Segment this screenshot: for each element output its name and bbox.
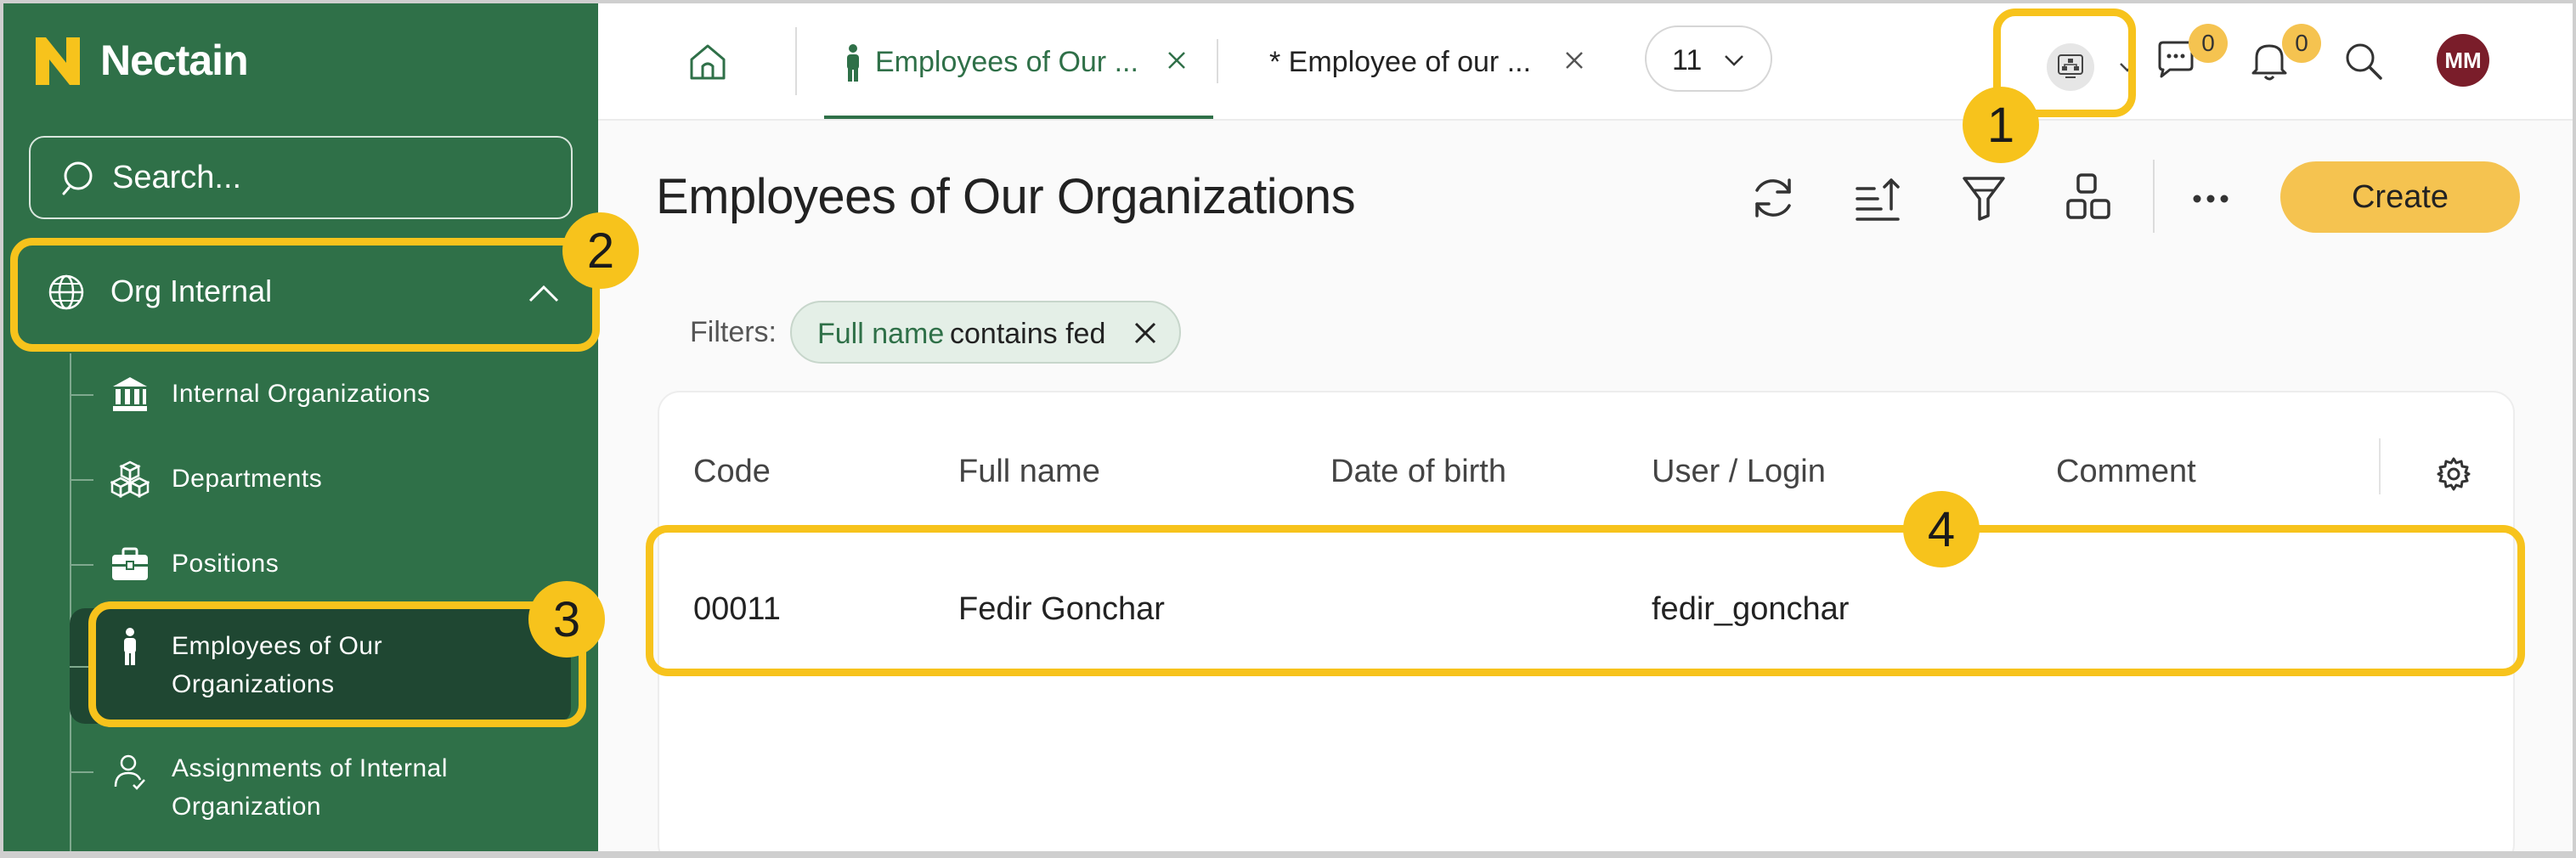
logo[interactable]: Nectain xyxy=(34,34,249,87)
tab-label: * Employee of our ... xyxy=(1269,46,1532,78)
cell-full-name: Fedir Gonchar xyxy=(958,591,1165,627)
sidebar-item-employees[interactable]: Employees of Our Organizations xyxy=(70,608,571,724)
main-content: Employees of Our Organizations Create Fi… xyxy=(598,121,2573,851)
close-icon[interactable] xyxy=(1164,48,1189,73)
person-icon xyxy=(847,44,859,82)
sidebar-group-org-internal[interactable]: Org Internal xyxy=(20,248,581,333)
notification-count-badge: 0 xyxy=(2282,24,2321,63)
tree-branch xyxy=(70,666,93,668)
sidebar-item-label: Assignments of Internal Organization xyxy=(172,754,448,821)
home-icon[interactable] xyxy=(686,41,729,83)
divider xyxy=(2379,438,2381,494)
person-icon xyxy=(124,628,136,665)
chevron-down-icon xyxy=(2120,63,2135,72)
divider xyxy=(795,27,797,95)
cell-login: fedir_gonchar xyxy=(1652,591,1850,627)
sidebar-item-positions[interactable]: Positions xyxy=(70,540,571,588)
divider xyxy=(2153,160,2155,233)
app-window: Nectain Org Internal xyxy=(3,3,2573,851)
open-tabs-count: 11 xyxy=(1672,44,1703,76)
sidebar-item-internal-organizations[interactable]: Internal Organizations xyxy=(70,370,571,418)
column-header-date-of-birth[interactable]: Date of birth xyxy=(1330,454,1506,490)
search-icon[interactable] xyxy=(2343,41,2384,82)
sidebar-item-assignments[interactable]: Assignments of Internal Organization xyxy=(70,749,571,834)
refresh-icon[interactable] xyxy=(1747,172,1799,224)
org-structure-icon xyxy=(2058,54,2083,78)
chevron-up-icon[interactable] xyxy=(527,280,561,306)
filter-field: Full name xyxy=(817,318,945,350)
column-header-comment[interactable]: Comment xyxy=(2056,454,2196,490)
nectain-logo-icon xyxy=(36,37,80,85)
tree-branch xyxy=(70,564,93,566)
search-input[interactable] xyxy=(110,158,539,197)
create-button[interactable]: Create xyxy=(2280,161,2520,233)
tab-employees-of-our-organizations[interactable]: Employees of Our ... xyxy=(824,3,1213,119)
tree-branch xyxy=(70,479,93,481)
close-icon[interactable] xyxy=(1132,319,1159,347)
gear-icon[interactable] xyxy=(2435,455,2472,493)
filter-icon[interactable] xyxy=(1957,172,2010,224)
app-name: Nectain xyxy=(100,37,249,84)
sort-icon[interactable] xyxy=(1852,172,1905,224)
data-table: Code Full name Date of birth User / Logi… xyxy=(658,391,2515,851)
page-title: Employees of Our Organizations xyxy=(656,169,1356,224)
sidebar: Nectain Org Internal xyxy=(3,3,598,851)
close-icon[interactable] xyxy=(1562,48,1587,73)
table-row[interactable]: 00011 Fedir Gonchar fedir_gonchar xyxy=(659,528,2517,664)
tree-branch xyxy=(70,771,93,773)
cubes-icon xyxy=(110,460,150,499)
sidebar-item-label: Employees of Our Organizations xyxy=(172,632,383,698)
user-assign-icon xyxy=(114,754,145,790)
group-by-icon[interactable] xyxy=(2063,172,2116,224)
sidebar-group-label: Org Internal xyxy=(110,274,273,308)
column-header-full-name[interactable]: Full name xyxy=(958,454,1100,490)
tab-employee-of-our-organizations-edit[interactable]: * Employee of our ... xyxy=(1269,3,1609,119)
divider xyxy=(1217,39,1218,83)
chat-count-badge: 0 xyxy=(2189,24,2228,63)
search-icon xyxy=(62,161,93,195)
sidebar-item-label: Departments xyxy=(172,465,323,493)
briefcase-icon xyxy=(112,547,148,580)
filter-chip[interactable]: Full name contains fed xyxy=(790,301,1181,364)
sidebar-item-departments[interactable]: Departments xyxy=(70,455,571,503)
top-bar: Employees of Our ... * Employee of our .… xyxy=(598,3,2573,121)
bank-icon xyxy=(113,377,147,411)
context-avatar xyxy=(2047,43,2094,91)
column-header-code[interactable]: Code xyxy=(693,454,771,490)
user-avatar[interactable]: MM xyxy=(2437,34,2489,87)
filters-label: Filters: xyxy=(690,316,777,348)
globe-icon xyxy=(48,274,84,310)
chevron-down-icon xyxy=(1725,55,1743,66)
sidebar-search[interactable] xyxy=(29,136,573,219)
tree-branch xyxy=(70,394,93,396)
open-tabs-dropdown[interactable]: 11 xyxy=(1645,25,1772,92)
filter-condition: contains fed xyxy=(950,318,1106,350)
tab-label: Employees of Our ... xyxy=(875,46,1138,78)
sidebar-item-label: Internal Organizations xyxy=(172,380,431,408)
cell-code: 00011 xyxy=(693,591,781,627)
sidebar-item-label: Positions xyxy=(172,550,280,578)
column-header-user-login[interactable]: User / Login xyxy=(1652,454,1826,490)
more-options-icon[interactable] xyxy=(2187,175,2234,223)
